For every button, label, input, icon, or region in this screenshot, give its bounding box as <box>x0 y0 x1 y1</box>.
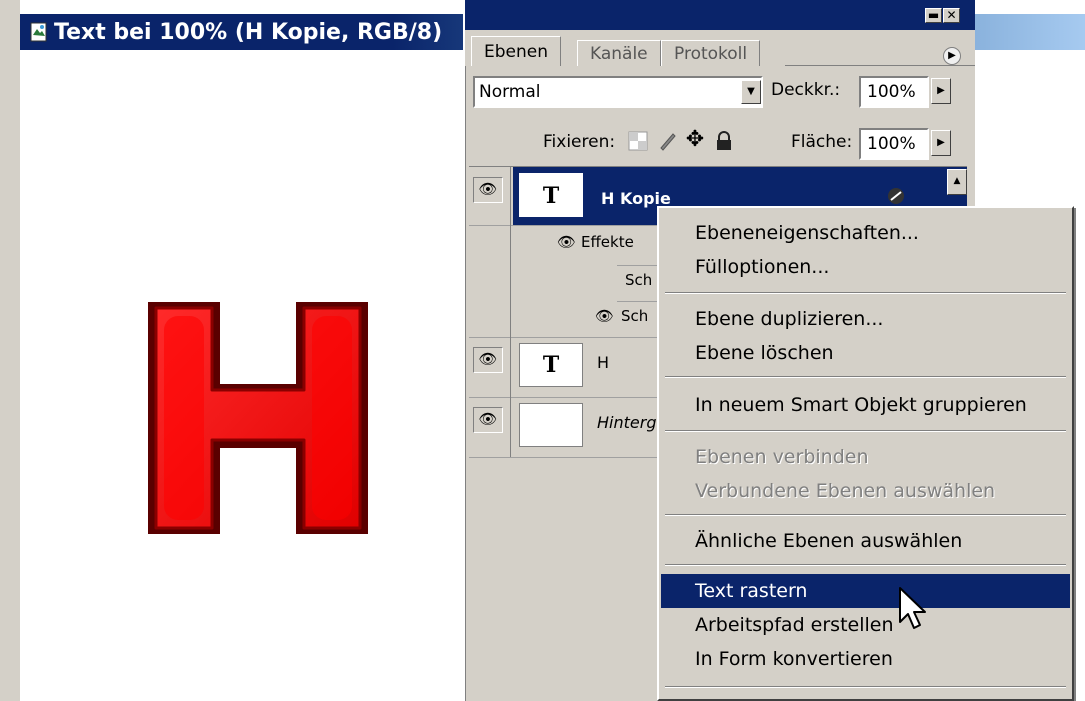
menu-item-ebene-loeschen[interactable]: Ebene löschen <box>661 336 1070 370</box>
menu-item-ebene-duplizieren[interactable]: Ebene duplizieren... <box>661 302 1070 336</box>
fill-slider-button[interactable]: ▶ <box>931 130 951 156</box>
effects-label: Effekte <box>581 233 634 251</box>
menu-item-form-konvertieren[interactable]: In Form konvertieren <box>661 642 1070 676</box>
layer-thumbnail <box>519 403 583 447</box>
chevron-down-icon[interactable]: ▼ <box>741 80 761 104</box>
palette-titlebar[interactable]: ▬ ✕ <box>465 0 975 30</box>
scroll-up-button[interactable]: ▲ <box>947 169 967 195</box>
opacity-field[interactable]: 100% <box>859 76 929 108</box>
opacity-value: 100% <box>867 82 916 102</box>
visibility-cell <box>469 225 511 337</box>
effects-eye-icon[interactable]: 👁 <box>557 233 576 251</box>
close-button[interactable]: ✕ <box>943 8 960 23</box>
menu-separator <box>665 292 1066 294</box>
layer-name: H <box>597 353 610 372</box>
menu-item-text-rastern[interactable]: Text rastern <box>661 574 1070 608</box>
menu-item-fuelloptionen[interactable]: Fülloptionen... <box>661 250 1070 284</box>
lock-move-icon[interactable]: ✥ <box>683 128 707 152</box>
menu-separator <box>665 430 1066 432</box>
fill-field[interactable]: 100% <box>859 128 929 160</box>
eye-icon[interactable]: 👁 <box>473 407 503 433</box>
visibility-cell: 👁 <box>469 167 511 225</box>
effect-item-2[interactable]: Sch <box>621 307 648 325</box>
tab-kanaele[interactable]: Kanäle <box>577 40 661 66</box>
menu-separator <box>665 514 1066 516</box>
divider <box>617 301 657 302</box>
effect-item-2-eye-icon[interactable]: 👁 <box>595 307 614 325</box>
menu-item-verbundene-ebenen: Verbundene Ebenen auswählen <box>695 480 996 502</box>
layer-thumbnail: T <box>519 173 583 217</box>
document-title: Text bei 100% (H Kopie, RGB/8) <box>54 19 443 45</box>
layer-context-menu: Ebeneneigenschaften... Fülloptionen... E… <box>657 206 1074 701</box>
layer-thumbnail: T <box>519 343 583 387</box>
palette-tabs: Ebenen Kanäle Protokoll <box>465 30 975 66</box>
lock-label: Fixieren: <box>543 132 616 152</box>
lock-brush-icon[interactable] <box>657 130 679 152</box>
menu-item-ebeneneigenschaften[interactable]: Ebeneneigenschaften... <box>661 216 1070 250</box>
layer-name: Hinterg <box>597 413 657 432</box>
opacity-label: Deckkr.: <box>771 80 841 100</box>
menu-item-aehnliche-ebenen[interactable]: Ähnliche Ebenen auswählen <box>661 524 1070 558</box>
menu-item-ebenen-verbinden: Ebenen verbinden <box>695 446 869 468</box>
lock-transparency-icon[interactable] <box>627 130 649 152</box>
visibility-cell: 👁 <box>469 337 511 397</box>
visibility-cell: 👁 <box>469 397 511 457</box>
tab-ebenen[interactable]: Ebenen <box>471 36 561 66</box>
layer-style-icon[interactable] <box>887 187 905 205</box>
eye-icon[interactable]: 👁 <box>473 177 503 203</box>
palette-menu-button[interactable]: ▶ <box>943 47 961 65</box>
minimize-button[interactable]: ▬ <box>925 8 942 23</box>
opacity-slider-button[interactable]: ▶ <box>931 78 951 104</box>
menu-item-smart-objekt[interactable]: In neuem Smart Objekt gruppieren <box>661 388 1070 422</box>
menu-separator <box>665 686 1066 688</box>
effect-item-1[interactable]: Sch <box>625 271 652 289</box>
letter-h-artwork <box>148 302 368 534</box>
fill-value: 100% <box>867 134 916 154</box>
divider <box>617 265 657 266</box>
tab-baseline <box>785 65 975 66</box>
lock-all-icon[interactable] <box>713 130 735 152</box>
eye-icon[interactable]: 👁 <box>473 347 503 373</box>
menu-separator <box>665 376 1066 378</box>
tab-protokoll[interactable]: Protokoll <box>661 40 761 66</box>
menu-separator <box>665 564 1066 566</box>
menu-item-arbeitspfad[interactable]: Arbeitspfad erstellen <box>661 608 1070 642</box>
blend-mode-select[interactable]: Normal ▼ <box>473 76 763 108</box>
blend-mode-value: Normal <box>479 82 541 102</box>
fill-label: Fläche: <box>791 132 853 152</box>
screen: Text bei 100% (H Kopie, RGB/8) ▬ ✕ Ebene… <box>0 0 1085 701</box>
mouse-pointer-icon <box>899 587 926 629</box>
photoshop-document-icon <box>28 21 50 43</box>
